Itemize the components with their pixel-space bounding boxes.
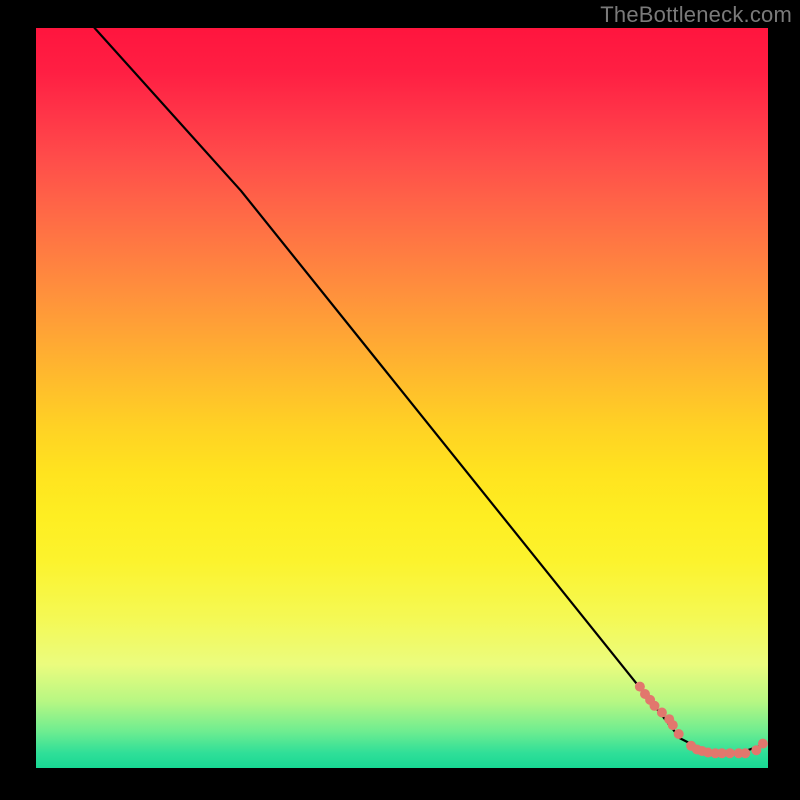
data-point xyxy=(668,720,678,730)
watermark-text: TheBottleneck.com xyxy=(600,2,792,28)
data-point xyxy=(650,701,660,711)
bottleneck-curve-path xyxy=(95,28,761,753)
chart-frame: TheBottleneck.com xyxy=(0,0,800,800)
scatter-points xyxy=(635,682,768,759)
plot-svg xyxy=(36,28,768,768)
data-point xyxy=(674,729,684,739)
curve-line xyxy=(95,28,761,753)
plot-area xyxy=(36,28,768,768)
data-point xyxy=(758,739,768,749)
data-point xyxy=(725,748,735,758)
data-point xyxy=(740,748,750,758)
